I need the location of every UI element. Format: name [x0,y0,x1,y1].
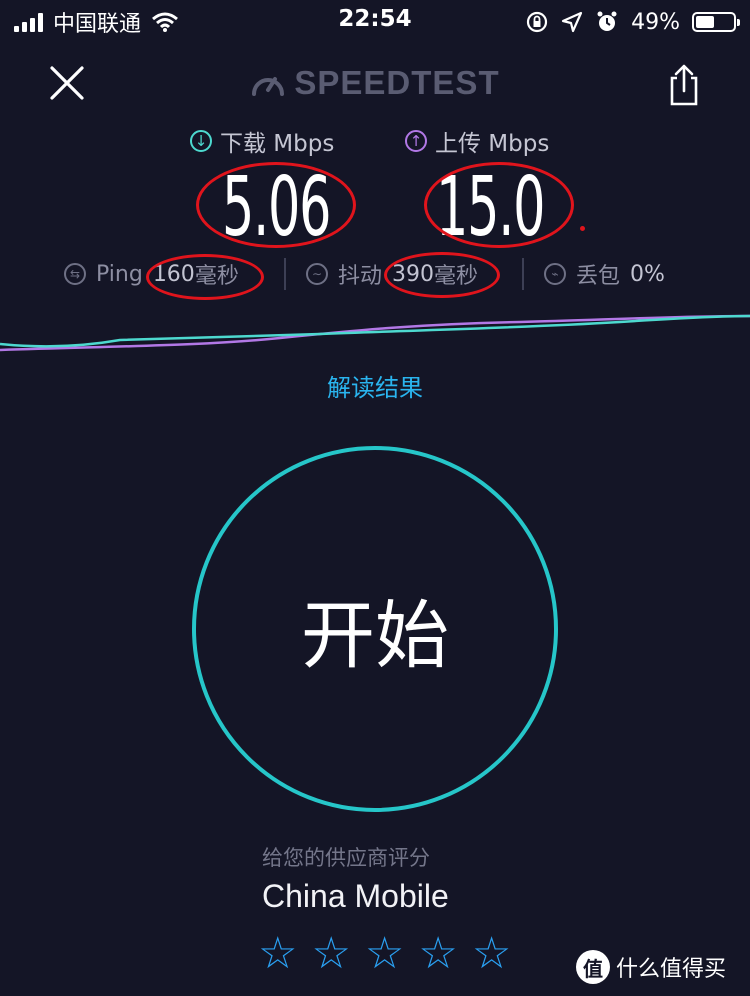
watermark: 值 什么值得买 [576,950,726,984]
rating-star-3[interactable]: ☆ [365,932,404,976]
stats-divider [522,258,524,290]
jitter-icon: ∼ [306,263,328,285]
annotation-ellipse [424,162,574,248]
upload-arrow-icon: ↑ [405,130,427,152]
packet-loss-stat: ⌁ 丢包 0% [544,256,665,292]
annotation-ellipse [146,254,264,300]
interpret-results-link[interactable]: 解读结果 [0,368,750,403]
download-label: 下载 Mbps [220,131,335,157]
rating-stars: ☆ ☆ ☆ ☆ ☆ [258,932,511,976]
battery-percent: 49% [631,9,680,35]
rate-provider-prompt: 给您的供应商评分 [262,846,430,870]
alarm-icon [597,11,617,31]
rating-star-4[interactable]: ☆ [418,932,457,976]
start-button-label: 开始 [301,592,449,679]
status-bar: 中国联通 22:54 49% [0,0,750,44]
download-header: ↓ 下载 Mbps [190,124,334,158]
rating-star-2[interactable]: ☆ [311,932,350,976]
upload-label: 上传 Mbps [435,131,550,157]
provider-name: China Mobile [262,878,449,914]
status-right: 49% [525,6,740,38]
download-speed-line [0,314,750,348]
speedtest-logo: SPEEDTEST [0,64,750,102]
packet-loss-label: 丢包 [576,264,621,289]
ping-icon: ⇆ [64,263,86,285]
annotation-dot [580,226,585,231]
download-arrow-icon: ↓ [190,130,212,152]
watermark-text: 什么值得买 [616,957,727,982]
packet-loss-icon: ⌁ [544,263,566,285]
share-icon [670,64,698,106]
packet-loss-value: 0% [630,261,665,287]
ping-label: Ping [96,261,143,287]
speed-graph [0,314,750,352]
location-icon [561,11,583,33]
logo-text: SPEEDTEST [294,64,500,101]
watermark-badge: 值 [576,950,610,984]
speedometer-icon [252,77,285,96]
rating-star-1[interactable]: ☆ [258,932,297,976]
jitter-label: 抖动 [338,264,383,289]
stats-divider [284,258,286,290]
stats-row: ⇆ Ping 160 毫秒 ∼ 抖动 390 毫秒 ⌁ 丢包 0% [0,256,750,296]
upload-header: ↑ 上传 Mbps [405,124,549,158]
rating-star-5[interactable]: ☆ [472,932,511,976]
annotation-ellipse [384,252,500,298]
rotation-lock-icon [526,11,548,33]
annotation-ellipse [196,162,356,248]
share-button[interactable] [664,62,704,108]
start-button[interactable]: 开始 [192,446,558,812]
battery-icon [692,12,740,32]
